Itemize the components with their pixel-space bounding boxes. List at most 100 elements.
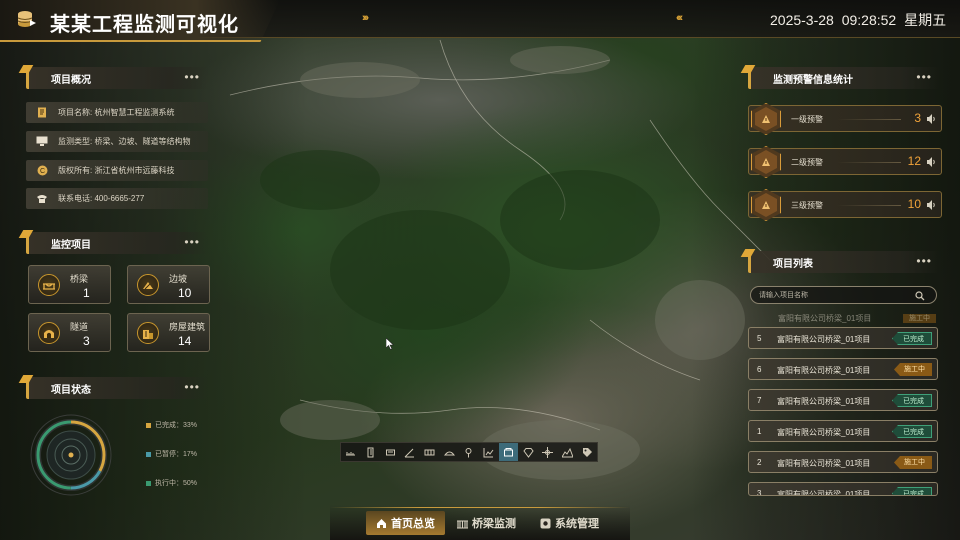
box-icon [503, 447, 513, 456]
monitoring-menu-icon[interactable]: ••• [184, 235, 200, 249]
monitor-card-name: 房屋建筑 [169, 322, 206, 332]
project-status-badge: 已完成 [892, 332, 932, 345]
project-row[interactable]: 1 富阳有限公司桥梁_01项目 已完成 [748, 420, 938, 442]
measure-tool-button[interactable] [361, 443, 381, 461]
warnings-menu-icon[interactable]: ••• [916, 70, 932, 84]
overview-row-phone: 联系电话: 400-6665-277 [26, 188, 208, 209]
warning-name: 一级预警 [791, 115, 823, 124]
nav-bridge-label: 桥梁监测 [472, 518, 516, 530]
bridge-icon [457, 519, 468, 529]
project-status-badge: 已完成 [892, 394, 932, 407]
project-row[interactable]: 6 富阳有限公司桥梁_01项目 施工中 [748, 358, 938, 380]
svg-text:C: C [39, 168, 44, 175]
project-search-box[interactable] [750, 286, 937, 304]
time-text: 09:28:52 [841, 12, 897, 28]
tag-icon [582, 447, 592, 457]
project-row-partial-name: 富阳有限公司桥梁_01项目 [778, 314, 872, 323]
project-row-index: 2 [757, 458, 762, 467]
pin-tool-button[interactable] [459, 443, 479, 461]
monitor-card-value: 3 [83, 334, 90, 348]
warnings-title: 监测预警信息统计 [773, 75, 853, 86]
legend-running: 执行中：50% [146, 478, 197, 488]
terrain-tool-button[interactable] [558, 443, 578, 461]
nav-home-label: 首页总览 [391, 518, 435, 530]
monitor-card-tunnel[interactable]: 隧道 3 [28, 313, 111, 352]
status-ring-chart [30, 414, 112, 496]
monitoring-title: 监控项目 [51, 240, 91, 251]
monitor-card-value: 14 [178, 334, 192, 348]
project-status-badge: 已完成 [892, 425, 932, 438]
overview-row-label: 监测类型: 桥梁、边坡、隧道等结构物 [58, 137, 191, 146]
nav-system[interactable]: 系统管理 [540, 511, 599, 535]
legend-done-label: 已完成：33% [155, 422, 198, 429]
projects-menu-icon[interactable]: ••• [916, 254, 932, 268]
monitor-card-bridge[interactable]: 桥梁 1 [28, 265, 111, 304]
area-tool-button[interactable] [380, 443, 400, 461]
warning-level-3[interactable]: 三级预警 10 [748, 189, 942, 221]
app-title: 某某工程监测可视化 [50, 14, 239, 36]
grid-icon [424, 449, 435, 455]
speaker-icon [927, 200, 935, 210]
crosshair-tool-button[interactable] [538, 443, 558, 461]
nav-home[interactable]: 首页总览 [366, 511, 445, 535]
project-row[interactable]: 7 富阳有限公司桥梁_01项目 已完成 [748, 389, 938, 411]
angle-icon [405, 448, 415, 457]
phone-icon [34, 193, 50, 205]
home-icon [377, 518, 386, 528]
terrain-icon [561, 447, 573, 457]
warning-name: 三级预警 [791, 201, 823, 210]
document-icon [34, 107, 50, 119]
layer-tool-button[interactable] [439, 443, 459, 461]
overview-row-copyright: C 版权所有: 浙江省杭州市远藤科技 [26, 160, 208, 181]
status-title: 项目状态 [51, 385, 91, 396]
overview-header: 项目概况 ••• [18, 65, 208, 89]
grid-tool-button[interactable] [420, 443, 440, 461]
ruler-tool-button[interactable] [341, 443, 361, 461]
warning-level-1[interactable]: 一级预警 3 [748, 103, 942, 135]
tag-tool-button[interactable] [577, 443, 597, 461]
project-status-badge: 已完成 [892, 487, 932, 495]
project-status-badge: 施工中 [894, 363, 932, 376]
projects-header: 项目列表 ••• [740, 249, 940, 273]
overview-menu-icon[interactable]: ••• [184, 70, 200, 84]
warning-divider [837, 162, 901, 163]
nav-system-label: 系统管理 [555, 518, 599, 530]
project-row[interactable]: 3 富阳有限公司桥梁_01项目 已完成 [748, 482, 938, 496]
search-icon[interactable] [915, 291, 925, 301]
building-icon [137, 322, 159, 344]
warning-level-2[interactable]: 二级预警 12 [748, 146, 942, 178]
nav-bridge[interactable]: 桥梁监测 [457, 511, 516, 535]
settings-icon [540, 518, 551, 528]
chart-tool-button[interactable] [479, 443, 499, 461]
project-search-input[interactable] [759, 289, 909, 302]
warning-value: 12 [907, 154, 921, 168]
gem-icon [522, 447, 534, 458]
ruler-icon [346, 451, 356, 455]
box-tool-button[interactable] [498, 443, 519, 461]
warning-divider [837, 205, 901, 206]
bridge-icon [38, 274, 60, 296]
gem-tool-button[interactable] [518, 443, 538, 461]
project-row-index: 5 [757, 334, 762, 343]
project-row-name: 富阳有限公司桥梁_01项目 [777, 459, 871, 468]
warning-name: 二级预警 [791, 158, 823, 167]
warning-value: 10 [907, 197, 921, 211]
overview-row-name: 项目名称: 杭州智慧工程监测系统 [26, 102, 208, 123]
chevron-left-icon: ‹‹‹ [676, 12, 683, 24]
status-header: 项目状态 ••• [18, 375, 208, 399]
warning-hex-icon [751, 103, 781, 135]
monitor-card-name: 边坡 [169, 274, 188, 284]
legend-running-label: 执行中：50% [155, 480, 198, 487]
project-row[interactable]: 2 富阳有限公司桥梁_01项目 施工中 [748, 451, 938, 473]
monitor-card-value: 1 [83, 286, 90, 300]
legend-paused: 已暂停：17% [146, 449, 197, 459]
overview-row-label: 联系电话: 400-6665-277 [58, 194, 145, 203]
measure-icon [367, 447, 374, 457]
chevron-right-icon: ››› [362, 12, 369, 24]
angle-tool-button[interactable] [400, 443, 420, 461]
status-menu-icon[interactable]: ••• [184, 380, 200, 394]
monitoring-header: 监控项目 ••• [18, 230, 208, 254]
monitor-card-building[interactable]: 房屋建筑 14 [127, 313, 210, 352]
project-row[interactable]: 5 富阳有限公司桥梁_01项目 已完成 [748, 327, 938, 349]
monitor-card-slope[interactable]: 边坡 10 [127, 265, 210, 304]
